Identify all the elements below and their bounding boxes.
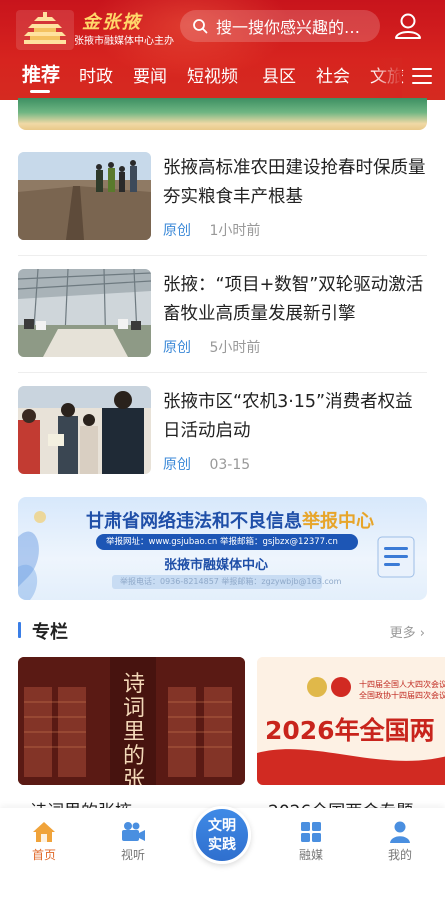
news-title: 张掖市区“农机3·15”消费者权益日活动启动 — [163, 392, 413, 441]
news-thumbnail — [18, 386, 151, 474]
news-meta: 原创 1小时前 — [163, 220, 260, 240]
channel-tabs: 推荐 时政 要闻 短视频 县区 社会 文旅 — [0, 58, 445, 98]
column-image-subtitle-1: 十四届全国人大四次会议 — [359, 680, 445, 689]
report-site-line: 举报网址：www.gsjubao.cn 举报邮箱：gsjbzx@12377.cn — [96, 534, 358, 550]
tab-counties[interactable]: 县区 — [262, 62, 296, 87]
tab-recommend[interactable]: 推荐 — [22, 60, 60, 87]
column-image-subtitle-2: 全国政协十四届四次会议 — [359, 691, 445, 700]
divider — [18, 372, 427, 373]
civilization-practice-button[interactable]: 文明 实践 — [193, 806, 251, 864]
tab-politics[interactable]: 时政 — [79, 62, 113, 87]
report-center-banner[interactable]: 甘肃省网络违法和不良信息举报中心 举报网址：www.gsjubao.cn 举报邮… — [18, 497, 427, 600]
nav-home[interactable]: 首页 — [14, 820, 74, 863]
column-image-title: 2026年全国两 — [265, 716, 435, 745]
news-thumbnail — [18, 152, 151, 240]
search-placeholder: 搜一搜你感兴趣的… — [216, 18, 361, 37]
search-bar[interactable]: 搜一搜你感兴趣的… — [180, 10, 380, 42]
column-section-header: 专栏 更多 › — [18, 618, 427, 643]
news-title: 张掖：“项目+数智”双轮驱动激活畜牧业高质量发展新引擎 — [163, 275, 424, 324]
home-icon — [33, 822, 55, 842]
app-header: 金张掖 张掖市融媒体中心主办 搜一搜你感兴趣的… 推荐 时政 要闻 短视频 县区… — [0, 0, 445, 100]
bottom-navigation: 首页 视听 文明 实践 融媒 我的 — [0, 806, 445, 913]
section-title: 专栏 — [32, 622, 68, 643]
user-icon[interactable] — [392, 10, 424, 42]
news-title: 张掖高标准农田建设抢春时保质量 夯实粮食丰产根基 — [163, 158, 426, 207]
tab-headlines[interactable]: 要闻 — [133, 62, 167, 87]
chevron-right-icon: › — [419, 626, 425, 641]
column-image-title: 诗词里的张掖 — [122, 672, 145, 786]
active-tab-indicator — [30, 90, 50, 93]
person-icon — [390, 821, 410, 843]
tab-short-video[interactable]: 短视频 — [187, 62, 238, 87]
nav-media[interactable]: 视听 — [103, 820, 163, 863]
decoration-left — [18, 511, 46, 600]
top-banner-image[interactable] — [18, 98, 427, 130]
search-icon — [193, 19, 208, 34]
grid-icon — [301, 822, 321, 842]
news-time: 5小时前 — [209, 340, 261, 356]
news-tag: 原创 — [163, 223, 191, 239]
app-logo[interactable]: 金张掖 张掖市融媒体中心主办 — [16, 8, 174, 50]
report-org: 张掖市融媒体中心 — [164, 558, 269, 573]
news-meta: 原创 03-15 — [163, 454, 250, 474]
nav-rongmei[interactable]: 融媒 — [281, 820, 341, 863]
column-card-two-sessions[interactable]: 十四届全国人大四次会议 全国政协十四届四次会议 2026年全国两 — [257, 657, 445, 785]
news-thumbnail — [18, 269, 151, 357]
news-item[interactable]: 张掖：“项目+数智”双轮驱动激活畜牧业高质量发展新引擎 原创 5小时前 — [18, 269, 427, 364]
news-tag: 原创 — [163, 457, 191, 473]
report-title: 甘肃省网络违法和不良信息举报中心 — [86, 511, 374, 532]
logo-subtitle: 张掖市融媒体中心主办 — [74, 36, 174, 47]
news-tag: 原创 — [163, 340, 191, 356]
column-card-poetry[interactable]: 诗词里的张掖 — [18, 657, 245, 785]
divider — [18, 255, 427, 256]
menu-icon[interactable] — [412, 68, 432, 86]
document-icon — [377, 536, 415, 578]
news-item[interactable]: 张掖高标准农田建设抢春时保质量 夯实粮食丰产根基 原创 1小时前 — [18, 152, 427, 247]
logo-name: 金张掖 — [82, 12, 142, 33]
drum-tower-logo-icon — [16, 10, 74, 50]
nav-mine[interactable]: 我的 — [370, 820, 430, 863]
news-meta: 原创 5小时前 — [163, 337, 260, 357]
tab-society[interactable]: 社会 — [316, 62, 350, 87]
tabs-fade — [372, 58, 402, 98]
news-time: 03-15 — [209, 457, 251, 473]
news-item[interactable]: 张掖市区“农机3·15”消费者权益日活动启动 原创 03-15 — [18, 386, 427, 481]
report-phone-line: 举报电话：0936-8214857 举报邮箱：zgzywbjb@163.com — [112, 575, 341, 589]
section-accent-bar — [18, 622, 21, 638]
more-link[interactable]: 更多 › — [390, 622, 425, 641]
news-time: 1小时前 — [209, 223, 261, 239]
video-camera-icon — [122, 822, 145, 841]
